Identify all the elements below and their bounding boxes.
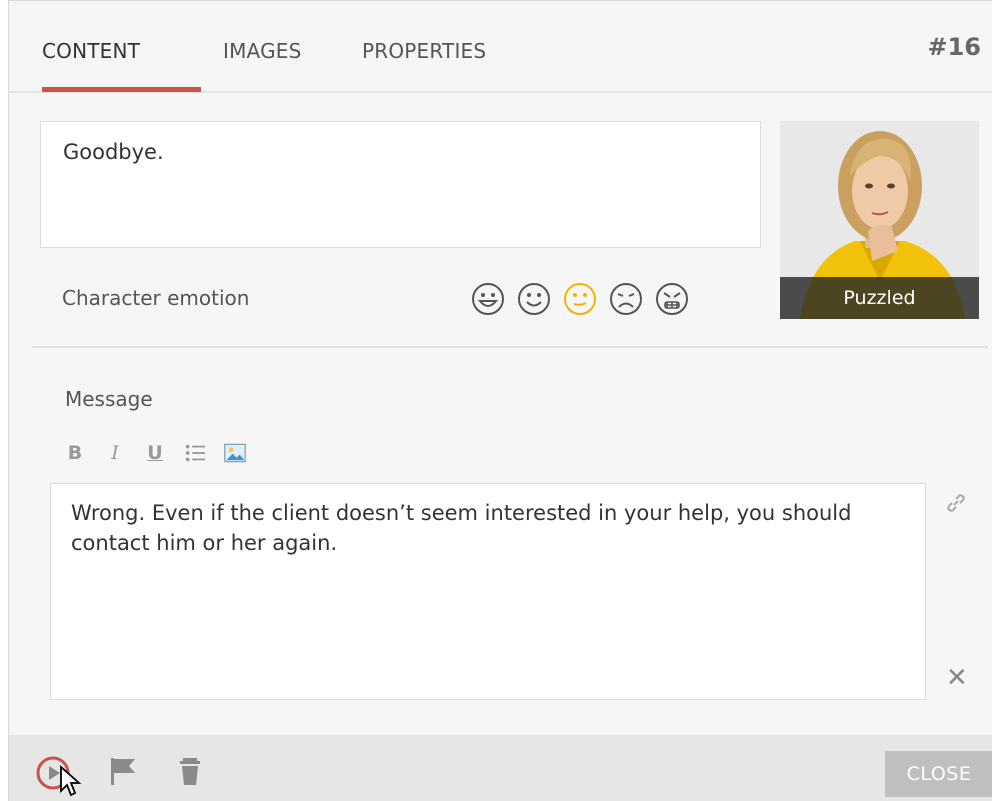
- emotion-caption: Puzzled: [780, 277, 979, 319]
- underline-button[interactable]: U: [144, 442, 166, 464]
- section-divider: [32, 346, 988, 348]
- tab-bar: CONTENT IMAGES PROPERTIES #16: [9, 1, 992, 93]
- happy-icon[interactable]: [517, 282, 551, 316]
- bold-button[interactable]: B: [64, 442, 86, 464]
- character-portrait[interactable]: Puzzled: [780, 121, 979, 319]
- link-icon[interactable]: [944, 491, 968, 515]
- close-button[interactable]: CLOSE: [885, 751, 992, 797]
- message-text-field[interactable]: Wrong. Even if the client doesn’t seem i…: [50, 483, 926, 700]
- tab-content[interactable]: CONTENT: [42, 39, 140, 63]
- remove-message-icon[interactable]: ✕: [946, 663, 968, 693]
- tab-properties[interactable]: PROPERTIES: [362, 39, 486, 63]
- message-format-toolbar: B I U: [64, 441, 246, 465]
- character-emotion-label: Character emotion: [62, 286, 250, 310]
- insert-image-icon[interactable]: [224, 441, 246, 465]
- angry-icon[interactable]: [655, 282, 689, 316]
- trash-icon[interactable]: [177, 755, 207, 787]
- mouse-cursor-icon: [60, 765, 82, 797]
- message-label: Message: [65, 387, 153, 411]
- flag-icon[interactable]: [107, 755, 141, 787]
- slide-number: #16: [927, 33, 981, 61]
- slide-editor-panel: CONTENT IMAGES PROPERTIES #16 Goodbye. C…: [8, 0, 992, 801]
- bullet-list-icon[interactable]: [184, 442, 206, 464]
- emotion-selector: [471, 282, 689, 316]
- puzzled-icon[interactable]: [563, 282, 597, 316]
- sad-icon[interactable]: [609, 282, 643, 316]
- active-tab-indicator: [42, 87, 201, 92]
- italic-button[interactable]: I: [104, 442, 126, 464]
- footer-bar: CLOSE: [9, 735, 992, 801]
- tab-images[interactable]: IMAGES: [223, 39, 302, 63]
- content-text-field[interactable]: Goodbye.: [40, 121, 761, 248]
- very-happy-icon[interactable]: [471, 282, 505, 316]
